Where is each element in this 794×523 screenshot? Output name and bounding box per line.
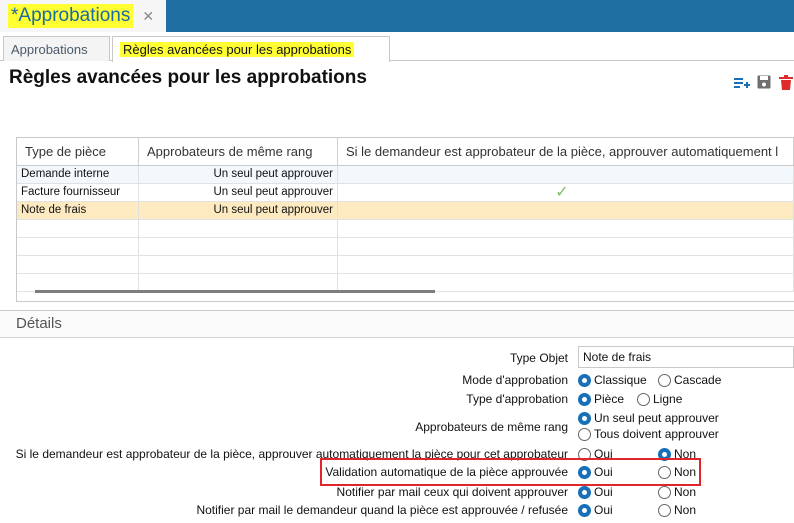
form-row-notify-approvers: Notifier par mail ceux qui doivent appro… [0, 484, 794, 502]
table-row-selected[interactable]: Note de frais Un seul peut approuver [17, 202, 794, 220]
horizontal-scrollbar[interactable] [35, 290, 435, 293]
cell-auto-approve: ✓ [338, 184, 794, 201]
save-icon[interactable] [756, 74, 772, 90]
empty-row [17, 238, 794, 256]
option-label: Pièce [594, 392, 625, 406]
grid-header: Type de pièce Approbateurs de même rang … [17, 138, 794, 166]
tab-approbations[interactable]: Approbations [3, 36, 110, 61]
option-label: Tous doivent approuver [594, 427, 719, 441]
option-label: Non [674, 503, 697, 517]
column-header-rank[interactable]: Approbateurs de même rang [139, 138, 338, 165]
annotation-highlight-box [320, 458, 701, 486]
notify-approvers-option-oui[interactable]: Oui [578, 485, 613, 499]
radio-selected-icon[interactable] [578, 373, 591, 387]
type-objet-field[interactable]: Note de frais [578, 346, 794, 368]
cell-rank: Un seul peut approuver [139, 166, 338, 183]
option-label: Classique [594, 373, 647, 387]
form-row-type-approbation: Type d'approbation Pièce Ligne [0, 391, 794, 409]
option-label: Ligne [653, 392, 683, 406]
mode-option-classique[interactable]: Classique [578, 373, 647, 387]
document-tab[interactable]: *Approbations ✕ [0, 0, 166, 32]
type-option-ligne[interactable]: Ligne [637, 392, 682, 406]
option-label: Cascade [674, 373, 722, 387]
rank-option-all[interactable]: Tous doivent approuver [578, 427, 719, 441]
type-option-piece[interactable]: Pièce [578, 392, 624, 406]
empty-row [17, 256, 794, 274]
cell-auto-approve [338, 202, 794, 219]
notify-approvers-option-non[interactable]: Non [658, 485, 696, 499]
title-bar: *Approbations ✕ [0, 0, 794, 32]
table-row[interactable]: Demande interne Un seul peut approuver [17, 166, 794, 184]
tab-bar: Approbations Règles avancées pour les ap… [0, 34, 794, 62]
notify-requester-label: Notifier par mail le demandeur quand la … [196, 503, 568, 517]
radio-icon[interactable] [578, 427, 591, 441]
cell-rank: Un seul peut approuver [139, 184, 338, 201]
type-objet-label: Type Objet [509, 351, 568, 365]
radio-icon[interactable] [658, 503, 671, 517]
add-row-icon[interactable] [734, 74, 750, 90]
cell-type: Demande interne [17, 166, 139, 183]
option-label: Oui [594, 485, 613, 499]
table-row[interactable]: Facture fournisseur Un seul peut approuv… [17, 184, 794, 202]
mode-option-cascade[interactable]: Cascade [658, 373, 721, 387]
rules-grid: Type de pièce Approbateurs de même rang … [16, 137, 794, 302]
form-row-mode: Mode d'approbation Classique Cascade [0, 372, 794, 390]
radio-icon[interactable] [637, 392, 650, 406]
check-icon: ✓ [555, 184, 569, 201]
notify-requester-option-oui[interactable]: Oui [578, 503, 613, 517]
option-label: Non [674, 485, 697, 499]
radio-selected-icon[interactable] [578, 411, 591, 425]
tab-label: Règles avancées pour les approbations [120, 42, 355, 57]
rank-label: Approbateurs de même rang [415, 420, 568, 434]
toolbar [734, 74, 794, 90]
radio-selected-icon[interactable] [578, 503, 591, 517]
rank-option-one[interactable]: Un seul peut approuver [578, 411, 719, 425]
empty-row [17, 220, 794, 238]
column-header-type[interactable]: Type de pièce [17, 138, 139, 165]
column-header-auto-approve[interactable]: Si le demandeur est approbateur de la pi… [338, 138, 794, 165]
notify-approvers-label: Notifier par mail ceux qui doivent appro… [336, 485, 568, 499]
option-label: Oui [594, 503, 613, 517]
option-label: Un seul peut approuver [594, 411, 719, 425]
close-icon[interactable]: ✕ [142, 8, 154, 25]
cell-type: Note de frais [17, 202, 139, 219]
cell-rank: Un seul peut approuver [139, 202, 338, 219]
page-title: Règles avancées pour les approbations [9, 67, 367, 88]
radio-selected-icon[interactable] [578, 392, 591, 406]
cell-auto-approve [338, 166, 794, 183]
radio-icon[interactable] [658, 485, 671, 499]
tab-label: Approbations [11, 41, 88, 57]
delete-icon[interactable] [778, 74, 794, 90]
notify-requester-option-non[interactable]: Non [658, 503, 696, 517]
mode-label: Mode d'approbation [462, 373, 568, 387]
details-section-header: Détails [0, 310, 794, 338]
radio-icon[interactable] [658, 373, 671, 387]
radio-selected-icon[interactable] [578, 485, 591, 499]
type-approbation-label: Type d'approbation [466, 392, 568, 406]
tab-regles-avancees[interactable]: Règles avancées pour les approbations [112, 36, 390, 62]
details-title: Détails [16, 315, 62, 332]
cell-type: Facture fournisseur [17, 184, 139, 201]
form-row-notify-requester: Notifier par mail le demandeur quand la … [0, 502, 794, 520]
document-title: *Approbations [8, 4, 134, 28]
